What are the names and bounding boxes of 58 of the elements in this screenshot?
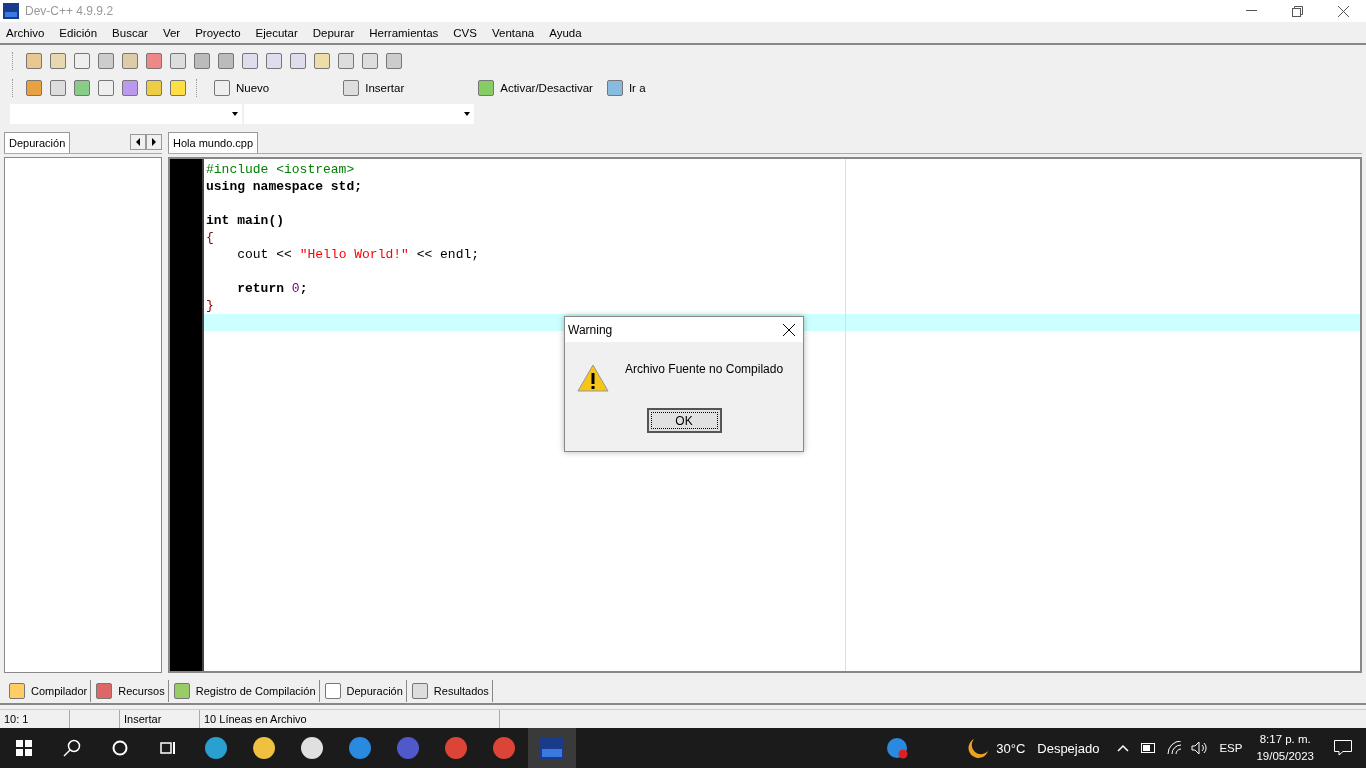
help-icon[interactable] xyxy=(886,737,909,759)
toolbar-button[interactable]: Insertar xyxy=(337,76,409,99)
output-tab[interactable]: Compilador xyxy=(4,680,92,702)
ok-button[interactable]: OK xyxy=(646,408,722,433)
code-line: #include <iostream> xyxy=(205,161,356,178)
code-line: cout << "Hello World!" << endl; xyxy=(236,246,481,263)
menu-item[interactable]: Herramientas xyxy=(363,26,448,39)
notification-icon[interactable] xyxy=(1334,740,1352,756)
clock-date[interactable]: 19/05/2023 xyxy=(1256,748,1314,765)
menu-item[interactable]: Edición xyxy=(53,26,107,39)
code-line: } xyxy=(205,297,215,314)
toolbar-button[interactable]: Nuevo xyxy=(208,76,274,99)
warning-icon xyxy=(577,364,609,392)
weather-temperature[interactable]: 30°C xyxy=(996,740,1026,756)
moon-icon xyxy=(968,737,991,759)
scroll-right-button[interactable] xyxy=(146,134,162,150)
menu-item[interactable]: CVS xyxy=(447,26,486,39)
dialog-message: Archivo Fuente no Compilado xyxy=(625,362,784,376)
scroll-left-button[interactable] xyxy=(130,134,146,150)
search-icon[interactable] xyxy=(63,739,81,757)
battery-icon[interactable] xyxy=(1141,742,1158,754)
menu-item[interactable]: Buscar xyxy=(106,26,157,39)
output-tab[interactable]: Depuración xyxy=(319,680,407,702)
file-tab[interactable]: Hola mundo.cpp xyxy=(168,132,259,153)
close-icon[interactable] xyxy=(1337,5,1349,17)
menu-item[interactable]: Depurar xyxy=(306,26,364,39)
minimize-icon[interactable] xyxy=(1245,10,1257,12)
menu-item[interactable]: Ejecutar xyxy=(249,26,307,39)
menu-item[interactable]: Ventana xyxy=(485,26,544,39)
clock-time[interactable]: 8:17 p. m. xyxy=(1259,731,1311,748)
dialog-title: Warning xyxy=(568,322,613,337)
output-tab[interactable]: Resultados xyxy=(406,680,493,702)
menu-item[interactable]: Proyecto xyxy=(189,26,250,39)
close-icon[interactable] xyxy=(783,323,795,336)
menu-item[interactable]: Ver xyxy=(156,26,190,39)
window-title: Dev-C++ 4.9.9.2 xyxy=(25,4,115,18)
output-tab[interactable]: Recursos xyxy=(91,680,169,702)
active-taskbar-button[interactable] xyxy=(528,728,576,768)
code-line: int main() xyxy=(205,212,285,229)
speaker-icon[interactable] xyxy=(1191,741,1210,755)
weather-condition[interactable]: Despejado xyxy=(1037,740,1100,756)
wifi-icon[interactable] xyxy=(1167,741,1184,755)
menu-item[interactable]: Ayuda xyxy=(543,26,591,39)
restore-icon[interactable] xyxy=(1291,5,1303,17)
windows-logo-icon[interactable] xyxy=(16,740,32,756)
output-tab[interactable]: Registro de Compilación xyxy=(168,680,320,702)
code-line: { xyxy=(205,229,215,246)
circle-icon[interactable] xyxy=(112,740,128,756)
task-view-icon[interactable] xyxy=(160,740,176,756)
menu-item[interactable]: Archivo xyxy=(0,26,54,39)
code-line: using namespace std; xyxy=(205,178,364,195)
toolbar-button[interactable]: Ir a xyxy=(600,76,650,99)
panel-tab[interactable]: Depuración xyxy=(4,132,71,153)
toolbar-button[interactable]: Activar/Desactivar xyxy=(472,76,597,99)
app-logo-icon xyxy=(3,3,19,19)
chevron-up-icon[interactable] xyxy=(1117,744,1130,752)
language-indicator[interactable]: ESP xyxy=(1219,742,1243,754)
code-line: return 0; xyxy=(236,280,309,297)
